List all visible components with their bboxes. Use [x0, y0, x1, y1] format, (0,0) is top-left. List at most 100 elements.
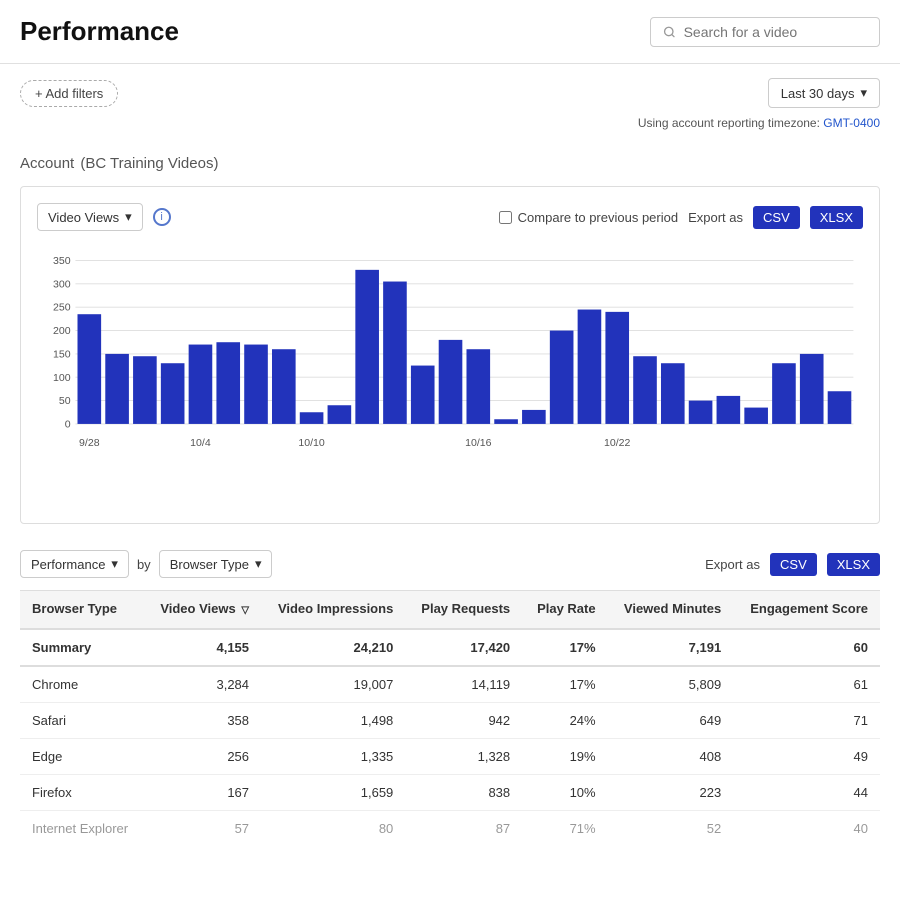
- play-rate-value: 10%: [522, 774, 607, 810]
- col-play-rate: Play Rate: [522, 591, 607, 629]
- account-subtitle: (BC Training Videos): [80, 155, 218, 172]
- play-requests-value: 1,328: [405, 738, 522, 774]
- table-row: Edge 256 1,335 1,328 19% 408 49: [20, 738, 880, 774]
- impressions-value: 80: [261, 810, 405, 846]
- svg-text:0: 0: [65, 420, 71, 431]
- impressions-value: 1,335: [261, 738, 405, 774]
- engagement-score-value: 49: [733, 738, 880, 774]
- chart-card: Video Views ▾ i Compare to previous peri…: [20, 186, 880, 524]
- summary-play-rate: 17%: [522, 629, 607, 666]
- viewed-minutes-value: 649: [608, 702, 734, 738]
- chart-toolbar: Video Views ▾ i Compare to previous peri…: [37, 203, 863, 231]
- engagement-score-value: 61: [733, 666, 880, 703]
- col-viewed-minutes: Viewed Minutes: [608, 591, 734, 629]
- chart-csv-button[interactable]: CSV: [753, 206, 800, 229]
- summary-viewed-minutes: 7,191: [608, 629, 734, 666]
- browser-name: Edge: [20, 738, 144, 774]
- summary-play-requests: 17,420: [405, 629, 522, 666]
- by-text: by: [137, 557, 151, 572]
- chart-svg: 0501001502002503003509/2810/410/1010/161…: [37, 247, 863, 477]
- table-row: Chrome 3,284 19,007 14,119 17% 5,809 61: [20, 666, 880, 703]
- svg-text:10/10: 10/10: [298, 438, 325, 449]
- page-title: Performance: [20, 16, 179, 47]
- svg-text:150: 150: [53, 350, 71, 361]
- viewed-minutes-value: 5,809: [608, 666, 734, 703]
- table-row: Internet Explorer 57 80 87 71% 52 40: [20, 810, 880, 846]
- play-requests-value: 838: [405, 774, 522, 810]
- export-label: Export as: [688, 210, 743, 225]
- play-requests-value: 942: [405, 702, 522, 738]
- date-range-dropdown[interactable]: Last 30 days ▾: [768, 78, 880, 108]
- chevron-down-icon: ▾: [860, 85, 867, 101]
- col-video-impressions: Video Impressions: [261, 591, 405, 629]
- table-section: Performance ▾ by Browser Type ▾ Export a…: [20, 540, 880, 846]
- play-rate-value: 24%: [522, 702, 607, 738]
- header: Performance: [0, 0, 900, 64]
- search-box[interactable]: [650, 17, 880, 47]
- svg-text:10/4: 10/4: [190, 438, 211, 449]
- col-video-views[interactable]: Video Views ▽: [144, 591, 261, 629]
- chevron-down-icon: ▾: [255, 556, 262, 572]
- metric-dropdown[interactable]: Video Views ▾: [37, 203, 143, 231]
- browser-name: Internet Explorer: [20, 810, 144, 846]
- performance-label: Performance: [31, 557, 105, 572]
- impressions-value: 1,659: [261, 774, 405, 810]
- play-requests-value: 14,119: [405, 666, 522, 703]
- table-header-row: Browser Type Video Views ▽ Video Impress…: [20, 591, 880, 629]
- table-csv-button[interactable]: CSV: [770, 553, 817, 576]
- chart-toolbar-right: Compare to previous period Export as CSV…: [499, 206, 863, 229]
- table-row: Firefox 167 1,659 838 10% 223 44: [20, 774, 880, 810]
- impressions-value: 19,007: [261, 666, 405, 703]
- summary-label: Summary: [20, 629, 144, 666]
- play-rate-value: 71%: [522, 810, 607, 846]
- svg-text:200: 200: [53, 326, 71, 337]
- svg-text:9/28: 9/28: [79, 438, 100, 449]
- compare-checkbox-label[interactable]: Compare to previous period: [499, 210, 678, 225]
- table-toolbar-right: Export as CSV XLSX: [705, 553, 880, 576]
- browser-type-label: Browser Type: [170, 557, 249, 572]
- video-views-value: 358: [144, 702, 261, 738]
- account-heading: Account (BC Training Videos): [0, 138, 900, 186]
- date-range-label: Last 30 days: [781, 86, 855, 101]
- metric-label: Video Views: [48, 210, 119, 225]
- browser-name: Chrome: [20, 666, 144, 703]
- chevron-down-icon: ▾: [111, 556, 118, 572]
- svg-text:300: 300: [53, 280, 71, 291]
- svg-text:10/22: 10/22: [604, 438, 631, 449]
- info-icon[interactable]: i: [153, 208, 171, 226]
- chart-xlsx-button[interactable]: XLSX: [810, 206, 863, 229]
- bar-chart: 0501001502002503003509/2810/410/1010/161…: [37, 247, 863, 507]
- video-views-value: 167: [144, 774, 261, 810]
- browser-name: Safari: [20, 702, 144, 738]
- col-browser-type: Browser Type: [20, 591, 144, 629]
- add-filters-button[interactable]: + Add filters: [20, 80, 118, 107]
- table-export-label: Export as: [705, 557, 760, 572]
- chevron-down-icon: ▾: [125, 209, 132, 225]
- video-views-value: 57: [144, 810, 261, 846]
- viewed-minutes-value: 408: [608, 738, 734, 774]
- account-label: Account: [20, 155, 74, 172]
- search-icon: [663, 25, 676, 39]
- timezone-link[interactable]: GMT-0400: [823, 116, 880, 130]
- browser-type-dropdown[interactable]: Browser Type ▾: [159, 550, 273, 578]
- play-rate-value: 19%: [522, 738, 607, 774]
- table-row: Safari 358 1,498 942 24% 649 71: [20, 702, 880, 738]
- summary-impressions: 24,210: [261, 629, 405, 666]
- viewed-minutes-value: 52: [608, 810, 734, 846]
- summary-row: Summary 4,155 24,210 17,420 17% 7,191 60: [20, 629, 880, 666]
- browser-name: Firefox: [20, 774, 144, 810]
- table-xlsx-button[interactable]: XLSX: [827, 553, 880, 576]
- engagement-score-value: 44: [733, 774, 880, 810]
- search-input[interactable]: [684, 24, 867, 40]
- engagement-score-value: 71: [733, 702, 880, 738]
- data-table: Browser Type Video Views ▽ Video Impress…: [20, 590, 880, 846]
- col-engagement-score: Engagement Score: [733, 591, 880, 629]
- engagement-score-value: 40: [733, 810, 880, 846]
- compare-checkbox[interactable]: [499, 211, 512, 224]
- viewed-minutes-value: 223: [608, 774, 734, 810]
- play-requests-value: 87: [405, 810, 522, 846]
- svg-text:10/16: 10/16: [465, 438, 492, 449]
- col-play-requests: Play Requests: [405, 591, 522, 629]
- performance-dropdown[interactable]: Performance ▾: [20, 550, 129, 578]
- svg-text:50: 50: [59, 396, 71, 407]
